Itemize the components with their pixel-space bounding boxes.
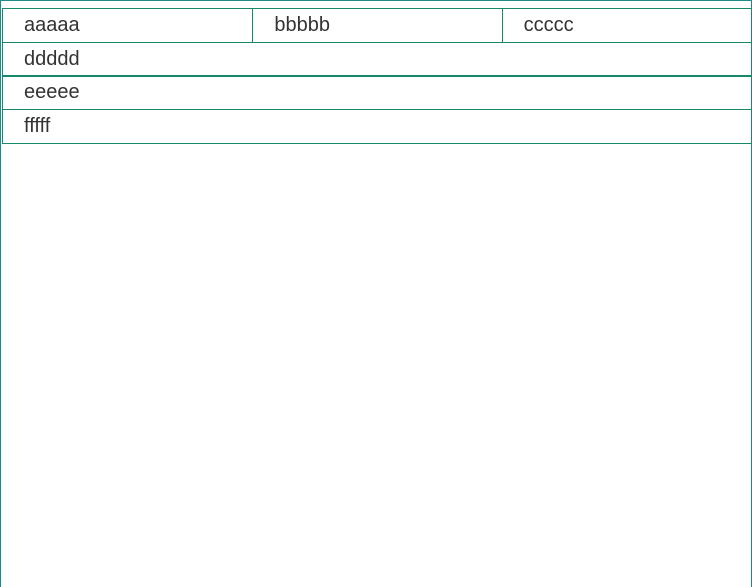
grid-cell-fffff[interactable]: fffff: [3, 110, 751, 143]
grid-row-2: ddddd: [2, 41, 752, 77]
grid-cell-ddddd[interactable]: ddddd: [3, 43, 751, 76]
page-frame: aaaaa bbbbb ccccc ddddd eeeee fffff: [0, 0, 752, 587]
grid-row-4: fffff: [2, 108, 752, 144]
grid-cell-ccccc[interactable]: ccccc: [501, 9, 751, 42]
item-grid: aaaaa bbbbb ccccc ddddd eeeee fffff: [2, 8, 752, 144]
grid-row-1: aaaaa bbbbb ccccc: [2, 8, 752, 43]
grid-row-3: eeeee: [2, 75, 752, 110]
grid-cell-bbbbb[interactable]: bbbbb: [252, 9, 501, 42]
grid-cell-eeeee[interactable]: eeeee: [3, 76, 751, 109]
grid-cell-aaaaa[interactable]: aaaaa: [3, 9, 252, 42]
